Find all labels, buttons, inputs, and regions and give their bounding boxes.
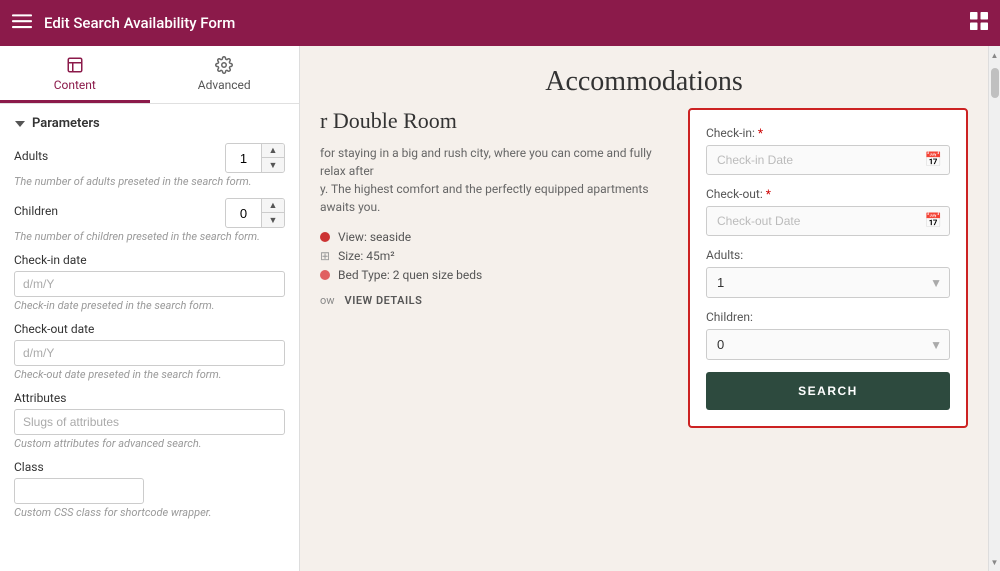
room-desc: for staying in a big and rush city, wher… bbox=[320, 144, 658, 216]
tabs: Content Advanced bbox=[0, 46, 299, 104]
sidebar: Content Advanced Parameters Adults ▲ bbox=[0, 46, 300, 571]
adults-select-wrap: 1 2 3 4 5 ▼ bbox=[706, 267, 950, 298]
checkout-date-input[interactable] bbox=[14, 340, 285, 366]
checkout-date-wrap: 📅 bbox=[706, 206, 950, 236]
scroll-thumb[interactable] bbox=[991, 68, 999, 98]
children-input[interactable] bbox=[226, 202, 261, 225]
attributes-hint: Custom attributes for advanced search. bbox=[14, 437, 285, 450]
parameters-content: Adults ▲ ▼ The number of adults preseted… bbox=[0, 143, 299, 543]
children-spinners: ▲ ▼ bbox=[261, 199, 284, 227]
grid-icon[interactable] bbox=[970, 12, 988, 34]
scroll-track: ▲ ▼ bbox=[988, 46, 1000, 571]
search-button[interactable]: SEARCH bbox=[706, 372, 950, 410]
attributes-label: Attributes bbox=[14, 391, 285, 405]
children-input-wrap: ▲ ▼ bbox=[225, 198, 285, 228]
room-title: r Double Room bbox=[320, 108, 658, 134]
scroll-up-arrow[interactable]: ▲ bbox=[989, 48, 1000, 62]
checkout-date-hint: Check-out date preseted in the search fo… bbox=[14, 368, 285, 381]
hamburger-icon[interactable] bbox=[12, 11, 32, 35]
checkin-date-wrap: 📅 bbox=[706, 145, 950, 175]
adults-increment[interactable]: ▲ bbox=[262, 144, 284, 158]
class-label: Class bbox=[14, 460, 285, 474]
children-label: Children bbox=[14, 204, 58, 218]
class-input[interactable] bbox=[14, 478, 144, 504]
show-label: ow bbox=[320, 294, 335, 307]
feature-view: View: seaside bbox=[320, 230, 658, 244]
checkin-date-label: Check-in date bbox=[14, 253, 285, 267]
checkout-form-label: Check-out: * bbox=[706, 187, 950, 201]
checkout-date-label: Check-out date bbox=[14, 322, 285, 336]
page-title: Edit Search Availability Form bbox=[44, 14, 958, 32]
room-actions: ow VIEW DETAILS bbox=[320, 294, 658, 307]
children-select-wrap: 0 1 2 3 4 ▼ bbox=[706, 329, 950, 360]
adults-form-label: Adults: bbox=[706, 248, 950, 262]
parameters-section-header[interactable]: Parameters bbox=[0, 104, 299, 143]
search-form-panel: Check-in: * 📅 Check-out: * bbox=[688, 108, 968, 428]
checkout-date-field[interactable] bbox=[706, 206, 950, 236]
checkin-date-field[interactable] bbox=[706, 145, 950, 175]
children-decrement[interactable]: ▼ bbox=[262, 213, 284, 227]
feature-size: ⊞ Size: 45m² bbox=[320, 249, 658, 263]
tab-content[interactable]: Content bbox=[0, 46, 150, 103]
checkin-field: Check-in: * 📅 bbox=[706, 126, 950, 175]
adults-label: Adults bbox=[14, 149, 48, 163]
children-hint: The number of children preseted in the s… bbox=[14, 230, 285, 243]
checkout-field: Check-out: * 📅 bbox=[706, 187, 950, 236]
children-form-label: Children: bbox=[706, 310, 950, 324]
adults-select[interactable]: 1 2 3 4 5 bbox=[706, 267, 950, 298]
feature-dot-pink bbox=[320, 270, 330, 280]
class-hint: Custom CSS class for shortcode wrapper. bbox=[14, 506, 285, 519]
scroll-down-arrow[interactable]: ▼ bbox=[989, 555, 1000, 569]
adults-hint: The number of adults preseted in the sea… bbox=[14, 175, 285, 188]
adults-form-field: Adults: 1 2 3 4 5 ▼ bbox=[706, 248, 950, 298]
adults-spinners: ▲ ▼ bbox=[261, 144, 284, 172]
adults-input-wrap: ▲ ▼ bbox=[225, 143, 285, 173]
children-increment[interactable]: ▲ bbox=[262, 199, 284, 213]
adults-decrement[interactable]: ▼ bbox=[262, 158, 284, 172]
size-icon: ⊞ bbox=[320, 249, 330, 263]
children-select[interactable]: 0 1 2 3 4 bbox=[706, 329, 950, 360]
checkin-date-input[interactable] bbox=[14, 271, 285, 297]
accommodations-title: Accommodations bbox=[300, 46, 988, 108]
feature-bed: Bed Type: 2 quen size beds bbox=[320, 268, 658, 282]
content-area: Accommodations r Double Room for staying… bbox=[300, 46, 988, 571]
children-form-field: Children: 0 1 2 3 4 ▼ bbox=[706, 310, 950, 360]
checkin-date-hint: Check-in date preseted in the search for… bbox=[14, 299, 285, 312]
room-features: View: seaside ⊞ Size: 45m² Bed Type: 2 q… bbox=[320, 230, 658, 282]
feature-dot-red bbox=[320, 232, 330, 242]
checkin-form-label: Check-in: * bbox=[706, 126, 950, 140]
view-details-link[interactable]: VIEW DETAILS bbox=[345, 294, 423, 307]
adults-input[interactable] bbox=[226, 147, 261, 170]
checkin-calendar-icon: 📅 bbox=[925, 152, 942, 168]
room-card: r Double Room for staying in a big and r… bbox=[320, 108, 668, 428]
checkout-calendar-icon: 📅 bbox=[925, 213, 942, 229]
tab-advanced[interactable]: Advanced bbox=[150, 46, 300, 103]
attributes-input[interactable] bbox=[14, 409, 285, 435]
top-bar: Edit Search Availability Form bbox=[0, 0, 1000, 46]
